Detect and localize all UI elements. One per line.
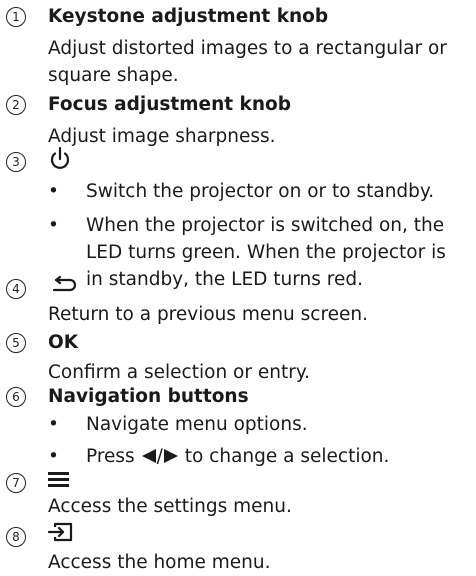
item-number: 5 bbox=[6, 333, 26, 353]
item-title: OK bbox=[48, 332, 79, 353]
bullet-text: LED turns green. When the projector is bbox=[86, 242, 446, 263]
bullet-text-before: Press bbox=[86, 446, 135, 467]
bullet-dot: • bbox=[48, 446, 59, 467]
item-number: 8 bbox=[6, 527, 26, 547]
item-number: 7 bbox=[6, 473, 26, 493]
item-number: 1 bbox=[6, 7, 26, 27]
item-number: 4 bbox=[6, 279, 26, 299]
bullet-text: Press / to change a selection. bbox=[86, 443, 389, 470]
item-description-line: Access the home menu. bbox=[48, 552, 271, 573]
left-arrow-icon bbox=[141, 449, 156, 463]
item-description-line: square shape. bbox=[48, 65, 179, 86]
item-title: Keystone adjustment knob bbox=[48, 6, 329, 27]
right-arrow-icon bbox=[163, 449, 178, 463]
item-description-line: Adjust distorted images to a rectangular… bbox=[48, 38, 447, 59]
input-source-icon bbox=[48, 521, 74, 543]
manual-page: 1 Keystone adjustment knob Adjust distor… bbox=[0, 0, 476, 576]
item-description-line: Confirm a selection or entry. bbox=[48, 362, 311, 383]
bullet-text: Navigate menu options. bbox=[86, 414, 308, 435]
menu-icon bbox=[48, 470, 70, 488]
bullet-text: Switch the projector on or to standby. bbox=[86, 181, 435, 202]
item-number: 2 bbox=[6, 95, 26, 115]
item-number: 3 bbox=[6, 152, 26, 172]
item-number: 6 bbox=[6, 387, 26, 407]
item-description-line: Access the settings menu. bbox=[48, 496, 292, 517]
item-description-line: Adjust image sharpness. bbox=[48, 126, 276, 147]
item-title: Navigation buttons bbox=[48, 386, 249, 407]
item-title: Focus adjustment knob bbox=[48, 94, 291, 115]
power-icon bbox=[48, 146, 72, 172]
back-arrow-icon bbox=[48, 276, 78, 296]
bullet-text-after: to change a selection. bbox=[184, 446, 390, 467]
item-description-line: Return to a previous menu screen. bbox=[48, 304, 369, 325]
bullet-dot: • bbox=[48, 215, 59, 236]
bullet-text: in standby, the LED turns red. bbox=[86, 269, 363, 290]
bullet-dot: • bbox=[48, 181, 59, 202]
bullet-dot: • bbox=[48, 414, 59, 435]
bullet-text: When the projector is switched on, the bbox=[86, 215, 445, 236]
